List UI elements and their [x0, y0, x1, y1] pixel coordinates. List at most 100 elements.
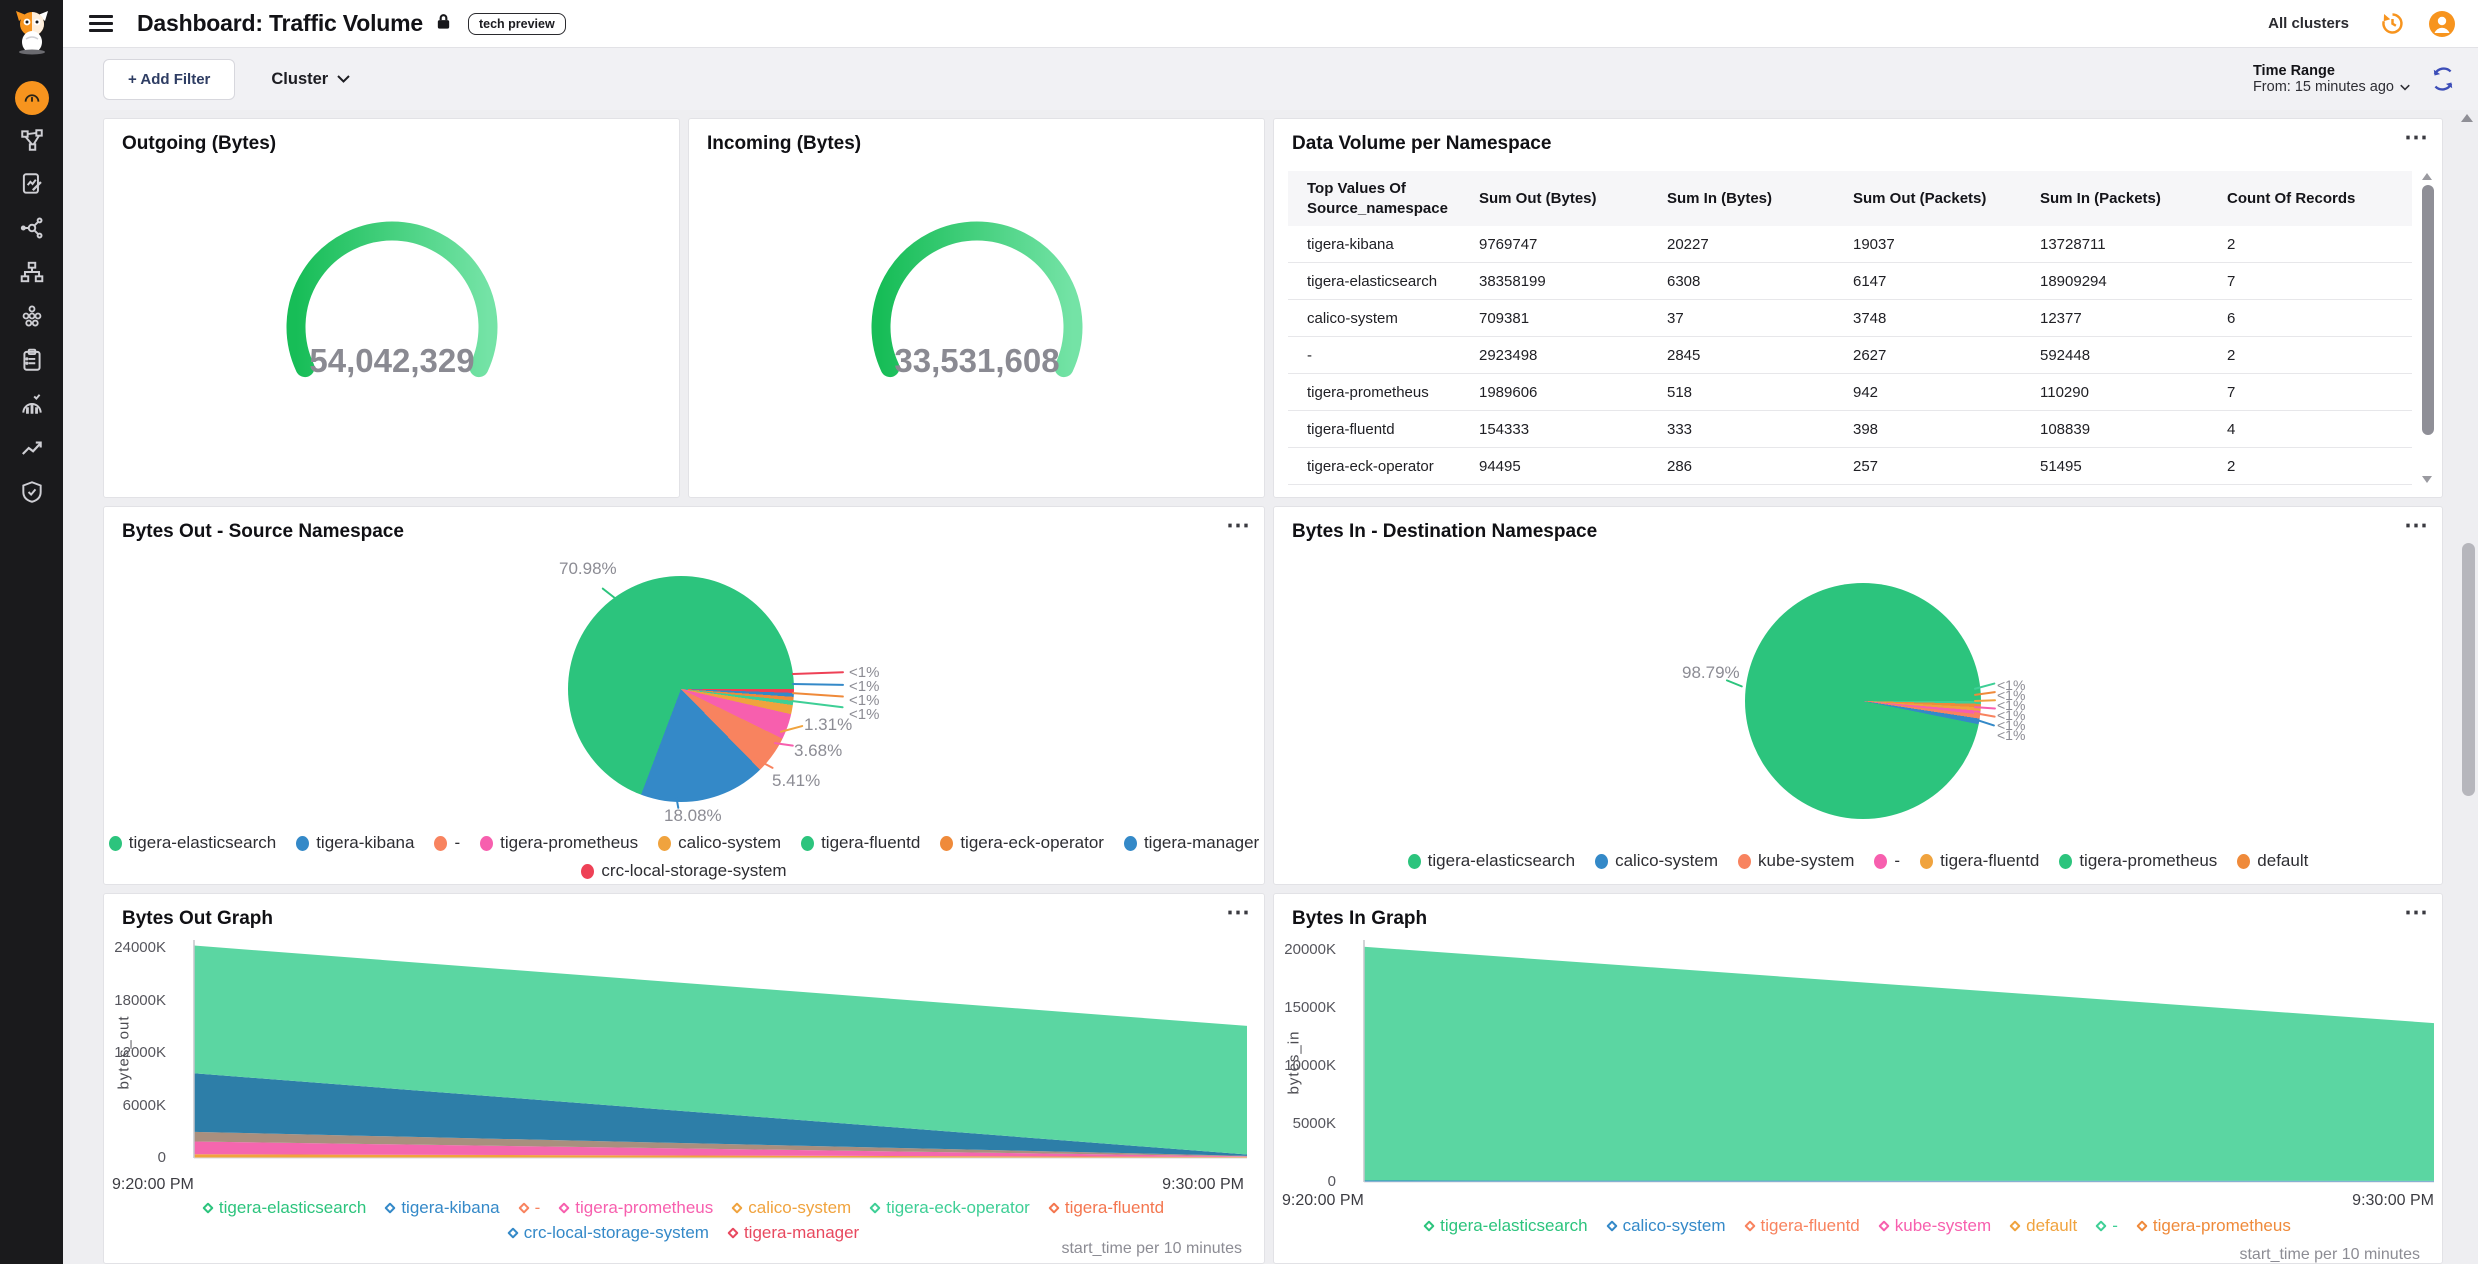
column-header[interactable]: Top Values Of Source_namespace [1307, 179, 1479, 218]
column-header[interactable]: Sum In (Packets) [2040, 189, 2227, 209]
legend-item[interactable]: tigera-elasticsearch [204, 1198, 366, 1218]
column-header[interactable]: Count Of Records [2227, 189, 2412, 209]
legend-marker-icon [480, 836, 493, 851]
legend-item[interactable]: tigera-prometheus [2059, 851, 2217, 871]
legend-item[interactable]: tigera-prometheus [2138, 1216, 2291, 1236]
legend-label: tigera-kibana [316, 833, 414, 853]
refresh-icon[interactable] [2430, 66, 2456, 92]
table-cell: 12377 [2040, 310, 2227, 327]
bytes-in-area-chart[interactable] [1296, 936, 2436, 1188]
legend-item[interactable]: calico-system [658, 833, 781, 853]
table-header: Top Values Of Source_namespace Sum Out (… [1288, 171, 2412, 226]
history-icon[interactable] [2379, 10, 2406, 37]
legend-label: tigera-fluentd [1940, 851, 2039, 871]
table-row: -2923498284526275924482 [1288, 337, 2412, 374]
panel-menu-icon[interactable]: ⋯ [2404, 123, 2429, 152]
legend-item[interactable]: crc-local-storage-system [509, 1223, 709, 1243]
panel-incoming-bytes: Incoming (Bytes) 33,531,608 [688, 118, 1265, 498]
legend-item[interactable]: tigera-prometheus [560, 1198, 713, 1218]
add-filter-button[interactable]: + Add Filter [103, 59, 235, 100]
page-scrollbar[interactable] [2462, 543, 2475, 796]
pie-legend: tigera-elasticsearchtigera-kibana-tigera… [104, 833, 1264, 881]
panel-menu-icon[interactable]: ⋯ [2404, 898, 2429, 927]
table-cell: 592448 [2040, 347, 2227, 364]
panel-menu-icon[interactable]: ⋯ [1226, 898, 1251, 927]
cat-logo[interactable] [11, 9, 53, 60]
table-cell: tigera-eck-operator [1307, 458, 1479, 475]
legend-item[interactable]: crc-local-storage-system [581, 861, 786, 881]
legend-item[interactable]: calico-system [1608, 1216, 1726, 1236]
bytes-in-pie-chart[interactable] [1745, 583, 1981, 819]
sidebar-item-dashboard[interactable] [10, 76, 54, 120]
panel-menu-icon[interactable]: ⋯ [2404, 511, 2429, 540]
legend-item[interactable]: tigera-manager [1124, 833, 1259, 853]
legend-item[interactable]: tigera-manager [729, 1223, 859, 1243]
outgoing-gauge: 54,042,329 [104, 221, 679, 391]
legend-item[interactable]: tigera-eck-operator [871, 1198, 1030, 1218]
legend-marker-icon [2096, 1220, 2107, 1231]
legend-marker-icon [1423, 1220, 1434, 1231]
user-avatar-icon[interactable] [2428, 10, 2456, 38]
panel-menu-icon[interactable]: ⋯ [1226, 511, 1251, 540]
legend-item[interactable]: - [520, 1198, 541, 1218]
sidebar-item-flow-visualization[interactable] [10, 252, 54, 296]
column-header[interactable]: Sum Out (Packets) [1853, 189, 2040, 209]
legend-item[interactable]: default [2237, 851, 2308, 871]
time-range-value[interactable]: From: 15 minutes ago [2253, 79, 2410, 95]
legend-item[interactable]: tigera-eck-operator [940, 833, 1104, 853]
legend-item[interactable]: tigera-elasticsearch [109, 833, 276, 853]
sidebar-item-clusters[interactable] [10, 296, 54, 340]
legend-item[interactable]: kube-system [1738, 851, 1854, 871]
table-cell: 44 [1667, 495, 1853, 498]
hamburger-menu-icon[interactable] [89, 15, 113, 32]
table-cell: 7 [2227, 273, 2412, 290]
table-row: tigera-manager2700744150101542 [1288, 485, 2412, 497]
table-scroll-up-arrow[interactable] [2422, 173, 2432, 180]
cluster-filter-dropdown[interactable]: Cluster [271, 70, 350, 89]
cluster-selector[interactable]: All clusters [2268, 15, 2349, 32]
legend-item[interactable]: tigera-fluentd [1746, 1216, 1860, 1236]
legend-item[interactable]: - [434, 833, 460, 853]
legend-item[interactable]: tigera-fluentd [1050, 1198, 1164, 1218]
legend-item[interactable]: tigera-fluentd [1920, 851, 2039, 871]
panel-title: Data Volume per Namespace [1274, 119, 2442, 155]
sidebar-item-threat-defense[interactable] [10, 472, 54, 516]
table-row: tigera-fluentd1543333333981088394 [1288, 411, 2412, 448]
column-header[interactable]: Sum In (Bytes) [1667, 189, 1853, 209]
table-cell: 9769747 [1479, 236, 1667, 253]
legend-item[interactable]: tigera-prometheus [480, 833, 638, 853]
sidebar-item-topology[interactable] [10, 120, 54, 164]
sidebar-item-policies[interactable] [10, 164, 54, 208]
bytes-out-area-chart[interactable] [126, 936, 1249, 1172]
legend-label: tigera-elasticsearch [219, 1198, 366, 1218]
column-header[interactable]: Sum Out (Bytes) [1479, 189, 1667, 209]
legend-item[interactable]: tigera-elasticsearch [1408, 851, 1575, 871]
clipboard-icon [19, 347, 45, 378]
graph-legend: tigera-elasticsearch calico-system tigera-… [1274, 1216, 2442, 1236]
legend-marker-icon [2059, 854, 2072, 869]
legend-marker-icon [1878, 1220, 1889, 1231]
legend-item[interactable]: tigera-kibana [296, 833, 414, 853]
legend-item[interactable]: default [2011, 1216, 2077, 1236]
legend-item[interactable]: tigera-kibana [386, 1198, 499, 1218]
legend-item[interactable]: kube-system [1880, 1216, 1991, 1236]
table-scrollbar[interactable] [2422, 185, 2434, 435]
sidebar-item-service-graph[interactable] [10, 208, 54, 252]
table-scroll-down-arrow[interactable] [2422, 476, 2432, 483]
bytes-out-pie-chart[interactable] [568, 576, 794, 802]
sidebar [0, 0, 63, 1264]
legend-item[interactable]: - [1874, 851, 1900, 871]
sidebar-item-timeline[interactable] [10, 428, 54, 472]
table-cell: 257 [1853, 458, 2040, 475]
legend-label: calico-system [678, 833, 781, 853]
legend-item[interactable]: calico-system [733, 1198, 851, 1218]
legend-item[interactable]: calico-system [1595, 851, 1718, 871]
legend-item[interactable]: tigera-elasticsearch [1425, 1216, 1587, 1236]
panel-outgoing-bytes: Outgoing (Bytes) 54,042,329 [103, 118, 680, 498]
sidebar-item-compliance[interactable] [10, 340, 54, 384]
legend-item[interactable]: - [2097, 1216, 2118, 1236]
sidebar-item-dashboards[interactable] [10, 384, 54, 428]
page-scroll-up-arrow[interactable] [2461, 114, 2473, 122]
legend-item[interactable]: tigera-fluentd [801, 833, 920, 853]
legend-marker-icon [727, 1227, 738, 1238]
